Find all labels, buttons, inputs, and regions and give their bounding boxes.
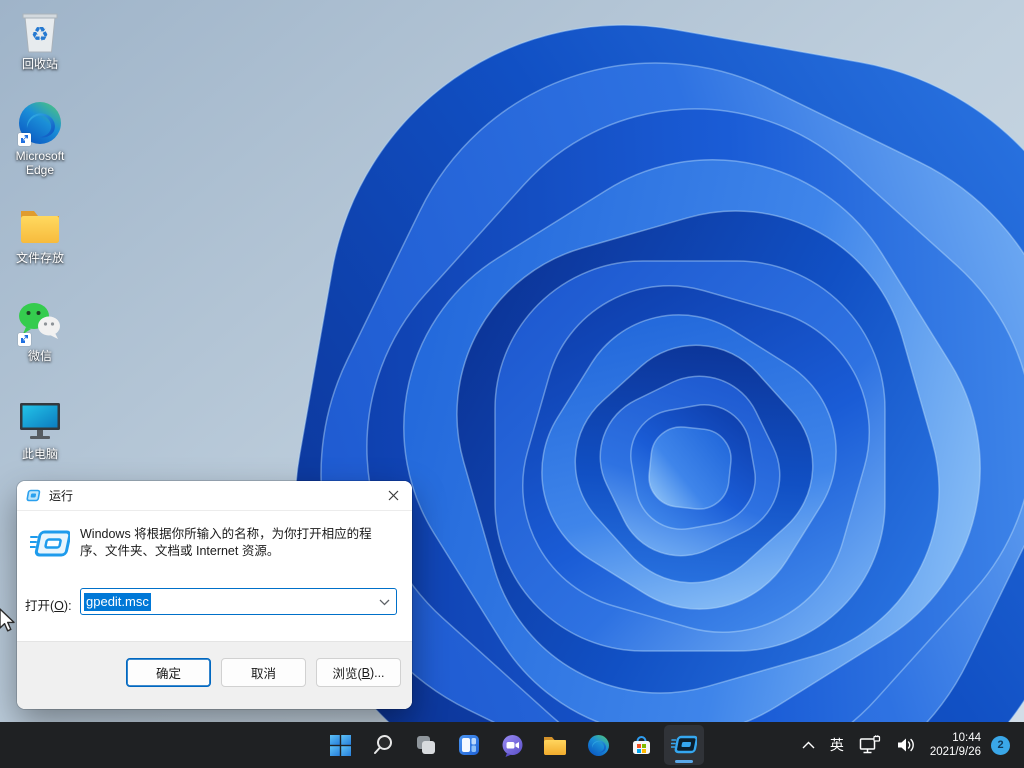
close-button[interactable]: [374, 481, 412, 510]
widgets-button[interactable]: [449, 725, 489, 765]
desktop-icon-recycle-bin[interactable]: ♻ 回收站: [1, 8, 79, 71]
edge-button[interactable]: [578, 725, 618, 765]
task-view-button[interactable]: [406, 725, 446, 765]
notification-badge[interactable]: 2: [991, 736, 1010, 755]
run-icon-large: [30, 525, 70, 566]
desktop-icon-label: Microsoft Edge: [1, 149, 79, 177]
recycle-bin-icon: ♻: [16, 8, 64, 54]
run-dialog: 运行 Windows 将根据你所输入的名称，为你打开相应的程序、文件夹、文档或 …: [17, 481, 412, 709]
run-app-icon: [671, 733, 697, 757]
volume-icon: [896, 736, 916, 754]
chat-button[interactable]: [492, 725, 532, 765]
dialog-description: Windows 将根据你所输入的名称，为你打开相应的程序、文件夹、文档或 Int…: [80, 526, 384, 560]
run-app-button[interactable]: [664, 725, 704, 765]
volume-button[interactable]: [891, 725, 921, 765]
run-icon: [26, 489, 41, 502]
tray-time: 10:44: [930, 731, 981, 745]
ime-indicator[interactable]: 英: [825, 725, 849, 765]
chevron-down-icon: [379, 599, 390, 606]
task-view-icon: [415, 734, 437, 756]
start-button[interactable]: [320, 725, 360, 765]
dialog-title: 运行: [49, 487, 73, 504]
folder-icon: [16, 202, 64, 248]
this-pc-icon: [16, 398, 64, 444]
wechat-icon: [16, 300, 64, 346]
desktop-icon-label: 微信: [28, 349, 52, 363]
shortcut-arrow-icon: [18, 133, 31, 146]
close-icon: [388, 490, 399, 501]
dialog-footer: 确定 取消 浏览(B)...: [17, 641, 412, 709]
taskbar: 英 10:44 2021/9/26 2: [0, 722, 1024, 768]
tray-chevron-button[interactable]: [797, 725, 820, 765]
network-button[interactable]: [854, 725, 886, 765]
desktop-icon-wechat[interactable]: 微信: [1, 300, 79, 363]
selected-input-text: gpedit.msc: [84, 593, 151, 611]
store-button[interactable]: [621, 725, 661, 765]
file-explorer-icon: [543, 734, 567, 756]
shortcut-arrow-icon: [18, 333, 31, 346]
store-icon: [630, 734, 653, 757]
chat-icon: [501, 734, 524, 757]
desktop-icon-label: 文件存放: [16, 251, 64, 265]
ime-label: 英: [830, 735, 844, 755]
dialog-titlebar[interactable]: 运行: [17, 481, 412, 511]
desktop-icon-edge[interactable]: Microsoft Edge: [1, 100, 79, 177]
run-command-input[interactable]: gpedit.msc: [80, 588, 397, 615]
active-app-indicator: [675, 760, 693, 763]
windows-start-icon: [330, 735, 351, 756]
combo-dropdown-button[interactable]: [379, 595, 390, 609]
open-field-label: 打开(O):: [25, 595, 72, 614]
edge-icon: [587, 734, 610, 757]
clock[interactable]: 10:44 2021/9/26: [930, 731, 981, 760]
tray-date: 2021/9/26: [930, 745, 981, 759]
desktop-icon-label: 此电脑: [22, 447, 58, 461]
browse-button[interactable]: 浏览(B)...: [316, 658, 401, 687]
desktop-icon-folder[interactable]: 文件存放: [1, 202, 79, 265]
ok-button[interactable]: 确定: [126, 658, 211, 687]
svg-text:♻: ♻: [31, 22, 49, 46]
file-explorer-button[interactable]: [535, 725, 575, 765]
search-button[interactable]: [363, 725, 403, 765]
search-icon: [372, 734, 394, 756]
desktop-icon-label: 回收站: [22, 57, 58, 71]
network-icon: [859, 735, 881, 755]
chevron-up-icon: [802, 741, 815, 749]
cancel-button[interactable]: 取消: [221, 658, 306, 687]
desktop-icon-this-pc[interactable]: 此电脑: [1, 398, 79, 461]
widgets-icon: [458, 734, 480, 756]
edge-icon: [16, 100, 64, 146]
